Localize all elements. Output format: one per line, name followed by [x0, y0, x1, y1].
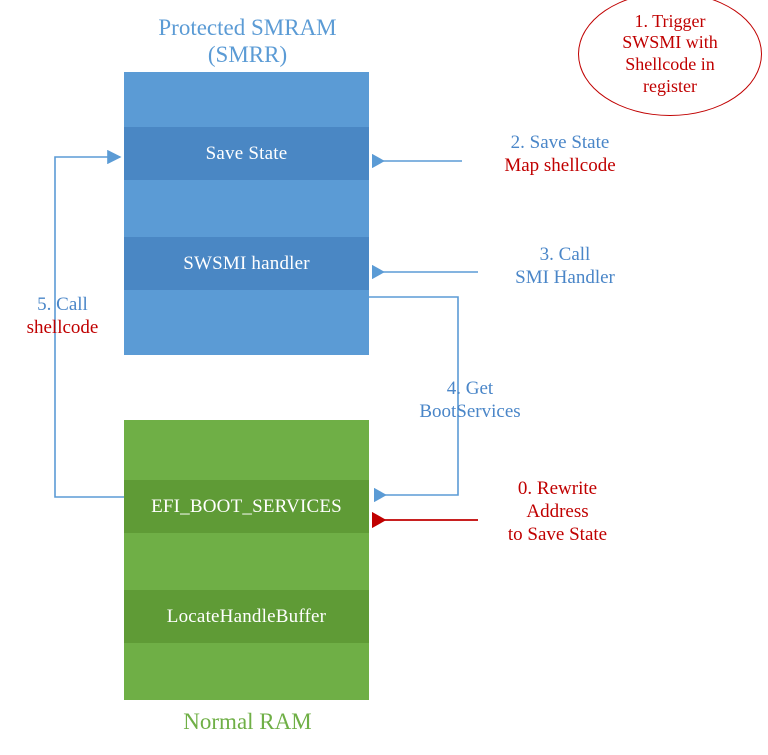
trigger-swsmi-callout: 1. Trigger SWSMI with Shellcode in regis…	[578, 0, 762, 116]
step-5-label: 5. Call shellcode	[0, 294, 125, 340]
ram-title: Normal RAM	[183, 709, 312, 734]
ram-memory-block: EFI_BOOT_SERVICES LocateHandleBuffer	[124, 420, 369, 700]
step-3-label: 3. Call SMI Handler	[470, 244, 660, 290]
smram-band-empty-top	[124, 72, 369, 127]
step-5-line2: shellcode	[26, 316, 99, 338]
smram-band-empty-bottom	[124, 290, 369, 355]
smram-memory-block: Save State SWSMI handler	[124, 72, 369, 355]
step-4-line2: BootServices	[419, 400, 521, 422]
step-0-line2: Address	[526, 500, 589, 522]
diagram-canvas: Protected SMRAM (SMRR) Save State SWSMI …	[0, 0, 768, 755]
step-3-line1: 3. Call	[539, 244, 591, 265]
ram-band-locate-handle-buffer: LocateHandleBuffer	[124, 590, 369, 643]
step-0-label: 0. Rewrite Address to Save State	[455, 478, 660, 546]
smram-band-save-state: Save State	[124, 127, 369, 180]
step-0-line1: 0. Rewrite	[517, 478, 598, 499]
step-2-line2: Map shellcode	[504, 154, 616, 176]
step-4-line1: 4. Get	[446, 378, 494, 399]
step-2-line1: 2. Save State	[510, 132, 610, 153]
ram-band-efi-boot-services: EFI_BOOT_SERVICES	[124, 480, 369, 533]
step-4-label: 4. Get BootServices	[390, 378, 550, 424]
smram-band-swsmi-handler: SWSMI handler	[124, 237, 369, 290]
smram-band-empty-mid	[124, 180, 369, 237]
step-2-label: 2. Save State Map shellcode	[455, 132, 665, 178]
ram-band-empty-bottom	[124, 643, 369, 700]
step-5-line1: 5. Call	[37, 294, 88, 315]
ram-band-empty-top	[124, 420, 369, 480]
smram-title: Protected SMRAM (SMRR)	[158, 15, 337, 68]
ram-band-empty-mid	[124, 533, 369, 590]
step-0-line3: to Save State	[507, 523, 608, 545]
step-3-line2: SMI Handler	[515, 266, 615, 288]
